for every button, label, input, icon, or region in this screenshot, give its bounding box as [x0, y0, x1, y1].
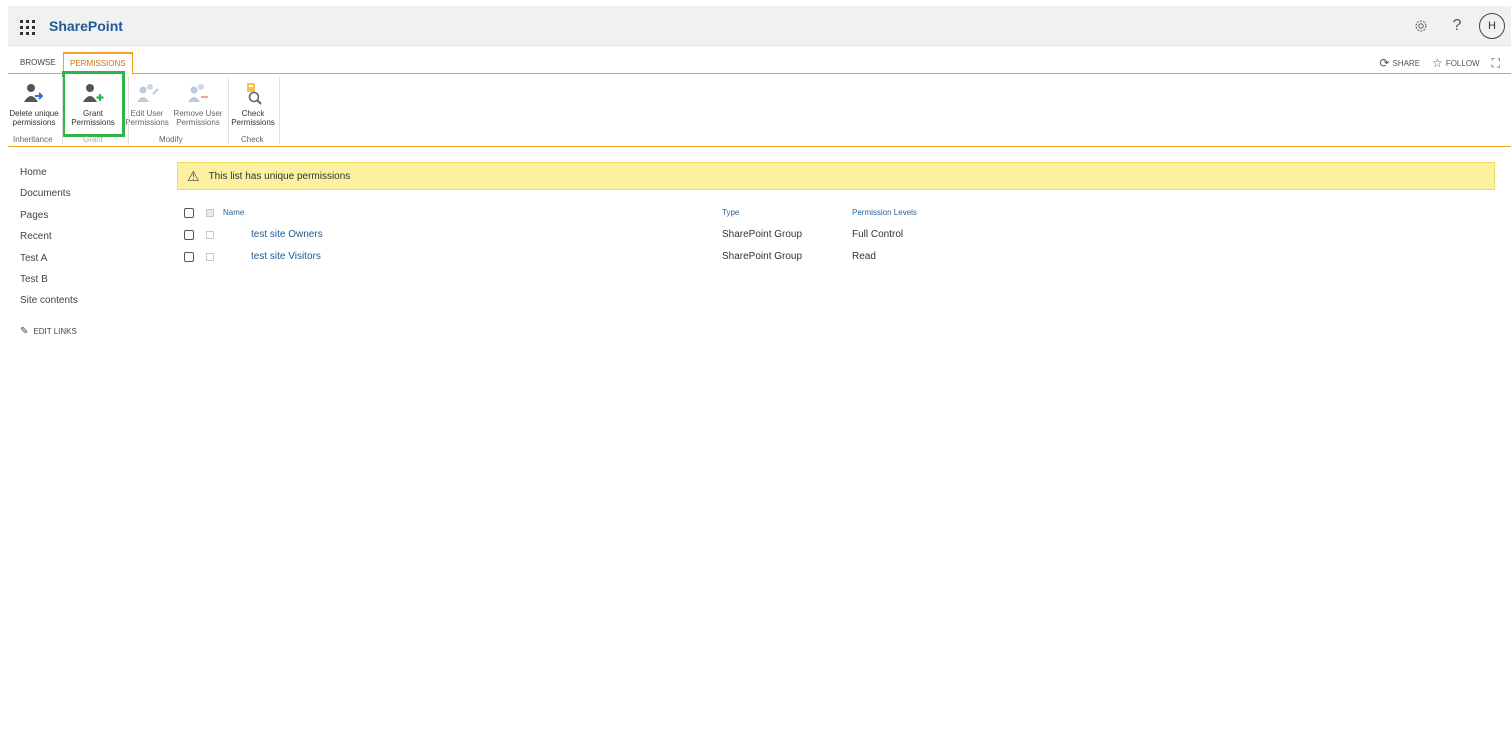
avatar[interactable]: H — [1479, 13, 1505, 39]
edit-links-label: EDIT LINKS — [33, 326, 77, 336]
group-label-inheritance: Inheritance — [13, 135, 53, 144]
brand-link[interactable]: SharePoint — [49, 18, 123, 34]
help-icon[interactable]: ? — [1439, 12, 1475, 40]
focus-button[interactable]: ⛶ — [1492, 56, 1503, 71]
banner-text: This list has unique permissions — [208, 170, 351, 182]
row-checkbox[interactable] — [184, 230, 194, 240]
unique-permissions-banner: ⚠ This list has unique permissions — [177, 162, 1495, 190]
edit-links-button[interactable]: ✎ EDIT LINKS — [20, 326, 140, 337]
column-header-type[interactable]: Type — [722, 208, 739, 217]
permission-level: Full Control — [852, 229, 904, 240]
check-label: Check Permissions — [231, 109, 275, 127]
group-type: SharePoint Group — [722, 229, 803, 240]
select-all-checkbox[interactable] — [184, 208, 194, 218]
star-icon: ☆ — [1432, 56, 1443, 70]
settings-gear-icon[interactable] — [1403, 12, 1439, 40]
group-name-link[interactable]: test site Visitors — [251, 251, 321, 262]
group-label-modify: Modify — [159, 135, 183, 144]
group-separator — [279, 77, 280, 145]
table-row: test site Visitors SharePoint Group Read — [184, 249, 1084, 271]
group-type: SharePoint Group — [722, 251, 803, 262]
nav-item-documents[interactable]: Documents — [20, 187, 140, 208]
row-checkbox[interactable] — [184, 252, 194, 262]
warning-icon: ⚠ — [187, 167, 200, 184]
waffle-icon[interactable] — [14, 14, 38, 38]
table-row: test site Owners SharePoint Group Full C… — [184, 227, 1084, 249]
column-header-permission-levels[interactable]: Permission Levels — [852, 208, 917, 217]
ribbon-tabs: BROWSE PERMISSIONS ⟳ SHARE ☆ FOLLOW ⛶ — [8, 52, 1511, 75]
nav-item-test-a[interactable]: Test A — [20, 252, 140, 273]
nav-item-site-contents[interactable]: Site contents — [20, 294, 140, 315]
row-selector[interactable] — [206, 253, 214, 261]
follow-label: FOLLOW — [1445, 58, 1480, 68]
column-header-name[interactable]: Name — [223, 208, 244, 217]
focus-icon: ⛶ — [1491, 55, 1500, 70]
nav-item-test-b[interactable]: Test B — [20, 273, 140, 294]
tab-browse[interactable]: BROWSE — [14, 52, 62, 74]
suite-bar: SharePoint ? H — [8, 6, 1511, 46]
grant-highlight-box — [62, 71, 125, 137]
permission-level: Read — [852, 251, 876, 262]
group-label-grant: Grant — [83, 135, 104, 144]
ribbon-body: Delete unique permissions Grant Permissi… — [6, 71, 1511, 147]
check-permissions-button[interactable]: Check Permissions — [225, 79, 281, 127]
delete-unique-label: Delete unique permissions — [9, 109, 59, 127]
remove-user-label: Remove User Permissions — [173, 109, 223, 127]
follow-button[interactable]: ☆ FOLLOW — [1432, 56, 1480, 70]
table-header-row: Name Type Permission Levels — [184, 205, 1084, 227]
suite-right: ? H — [1403, 12, 1505, 40]
ribbon-actions: ⟳ SHARE ☆ FOLLOW ⛶ — [1367, 52, 1503, 74]
remove-user-permissions-button[interactable]: Remove User Permissions — [170, 79, 226, 127]
pencil-icon: ✎ — [20, 325, 29, 337]
share-label: SHARE — [1392, 58, 1421, 68]
nav-item-recent[interactable]: Recent — [20, 230, 140, 251]
nav-item-home[interactable]: Home — [20, 166, 140, 187]
delete-unique-permissions-button[interactable]: Delete unique permissions — [6, 79, 62, 127]
nav-item-pages[interactable]: Pages — [20, 209, 140, 230]
share-button[interactable]: ⟳ SHARE — [1379, 56, 1420, 70]
group-separator — [128, 77, 129, 145]
group-separator — [62, 77, 63, 145]
row-selector[interactable] — [206, 231, 214, 239]
permissions-table: Name Type Permission Levels test site Ow… — [184, 205, 1084, 271]
delete-permissions-icon — [6, 79, 62, 109]
remove-users-icon — [170, 79, 226, 109]
group-name-link[interactable]: test site Owners — [251, 229, 323, 240]
check-permissions-icon — [225, 79, 281, 109]
left-navigation: Home Documents Pages Recent Test A Test … — [20, 166, 140, 337]
group-label-check: Check — [241, 135, 264, 144]
group-separator — [228, 77, 229, 145]
header-selector[interactable] — [206, 209, 214, 217]
share-icon: ⟳ — [1379, 56, 1390, 70]
